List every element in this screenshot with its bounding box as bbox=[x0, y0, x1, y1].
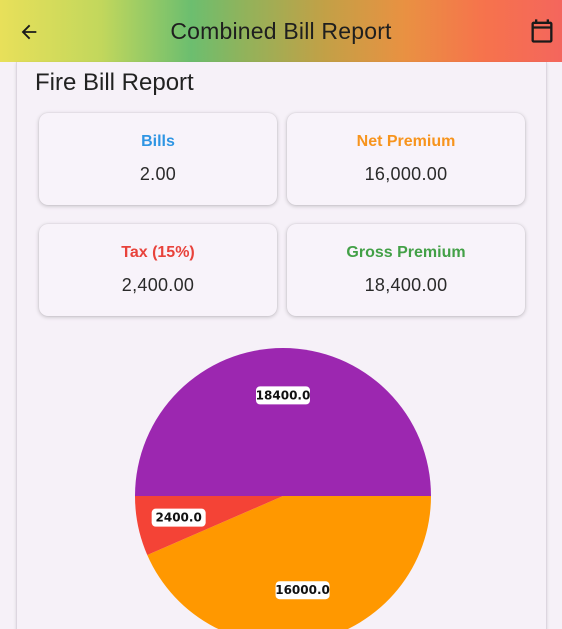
back-button[interactable] bbox=[16, 19, 42, 45]
stat-card-bills: Bills 2.00 bbox=[39, 113, 277, 205]
page-title: Combined Bill Report bbox=[170, 17, 392, 44]
pie-label-text: 16000.0 bbox=[275, 583, 330, 597]
stat-value: 2,400.00 bbox=[121, 275, 195, 295]
stat-label: Gross Premium bbox=[346, 244, 466, 261]
arrow-left-icon bbox=[21, 24, 37, 40]
calendar-icon bbox=[531, 19, 553, 43]
report-title: Fire Bill Report bbox=[35, 69, 194, 96]
stat-label: Tax (15%) bbox=[121, 244, 195, 261]
app-bar: Combined Bill Report bbox=[0, 0, 562, 62]
pie-data-label: 2400.0 bbox=[151, 508, 206, 527]
stat-value: 16,000.00 bbox=[364, 164, 448, 184]
pie-label-text: 2400.0 bbox=[156, 511, 202, 525]
pie-chart: 18400.0 16000.0 2400.0 bbox=[135, 348, 431, 629]
report-card: Fire Bill Report Bills 2.00 Net Premium … bbox=[16, 62, 547, 629]
stat-card-tax: Tax (15%) 2,400.00 bbox=[39, 224, 277, 316]
stat-card-net-premium: Net Premium 16,000.00 bbox=[287, 113, 525, 205]
pie-data-label: 18400.0 bbox=[256, 386, 311, 405]
stat-value: 18,400.00 bbox=[364, 275, 448, 295]
stat-value: 2.00 bbox=[139, 164, 177, 184]
pie-label-text: 18400.0 bbox=[256, 388, 311, 402]
pie-slice bbox=[135, 348, 431, 496]
stat-label: Net Premium bbox=[356, 133, 456, 150]
stat-label: Bills bbox=[141, 133, 175, 150]
pie-data-label: 16000.0 bbox=[275, 581, 330, 600]
calendar-button[interactable] bbox=[528, 17, 556, 45]
stat-card-gross-premium: Gross Premium 18,400.00 bbox=[287, 224, 525, 316]
